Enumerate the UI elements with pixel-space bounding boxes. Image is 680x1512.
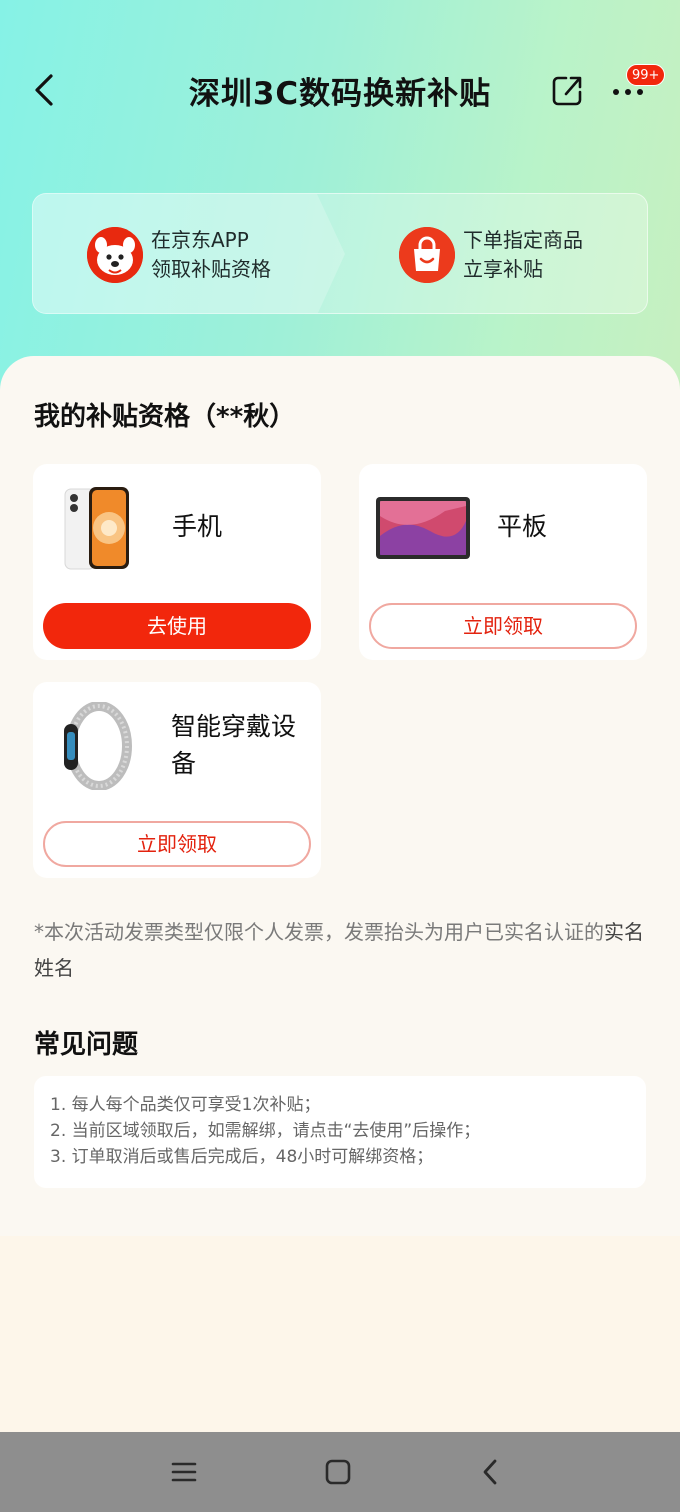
menu-button[interactable] (164, 1452, 204, 1492)
share-icon (552, 76, 582, 106)
home-button[interactable] (318, 1452, 358, 1492)
claim-button-wearable[interactable]: 立即领取 (43, 821, 311, 867)
faq-item: 1. 每人每个品类仅可享受1次补贴； (50, 1095, 321, 1115)
step-2-line-1: 下单指定商品 (463, 227, 583, 252)
qualification-card-wearable: 智能穿戴设备 立即领取 (33, 682, 321, 878)
invoice-notice-text: *本次活动发票类型仅限个人发票，发票抬头为用户已实名认证的 (34, 920, 604, 944)
step-2-line-2: 立享补贴 (463, 256, 543, 281)
faq-list: 1. 每人每个品类仅可享受1次补贴； 2. 当前区域领取后，如需解绑，请点击“去… (34, 1076, 646, 1188)
item-name-tablet: 平板 (497, 512, 548, 541)
jd-mascot-icon (87, 226, 143, 283)
step-1-line-2: 领取补贴资格 (151, 256, 271, 281)
qualification-card-phone: 手机 去使用 (33, 464, 321, 660)
process-steps-banner: 在京东APP 领取补贴资格 下单指定商品 立享补贴 (32, 193, 648, 314)
faq-title: 常见问题 (34, 1030, 139, 1060)
smart-band-image (59, 701, 133, 794)
share-button[interactable] (548, 70, 588, 110)
step-2: 下单指定商品 立享补贴 (399, 194, 583, 313)
step-1: 在京东APP 领取补贴资格 (87, 194, 271, 313)
qualification-title: 我的补贴资格（**秋） (34, 402, 296, 432)
faq-item: 2. 当前区域领取后，如需解绑，请点击“去使用”后操作； (50, 1121, 481, 1141)
phone-image (63, 486, 133, 576)
system-back-button[interactable] (470, 1452, 510, 1492)
back-arrow-icon (483, 1459, 497, 1485)
home-square-icon (325, 1459, 351, 1485)
use-button[interactable]: 去使用 (43, 603, 311, 649)
header-bar: 深圳3C数码换新补贴 99+ (0, 50, 680, 130)
system-navigation-bar (0, 1432, 680, 1512)
item-name-phone: 手机 (172, 512, 223, 541)
step-1-line-1: 在京东APP (151, 227, 249, 252)
shopping-bag-icon (399, 226, 455, 283)
invoice-notice: *本次活动发票类型仅限个人发票，发票抬头为用户已实名认证的实名姓名 (34, 914, 646, 986)
item-name-wearable: 智能穿戴设备 (171, 712, 297, 778)
menu-icon (171, 1462, 197, 1482)
qualification-card-tablet: 平板 立即领取 (359, 464, 647, 660)
faq-item: 3. 订单取消后或售后完成后，48小时可解绑资格； (50, 1147, 434, 1167)
claim-button-tablet[interactable]: 立即领取 (369, 603, 637, 649)
tablet-image (375, 496, 471, 564)
message-count-badge: 99+ (626, 64, 666, 86)
